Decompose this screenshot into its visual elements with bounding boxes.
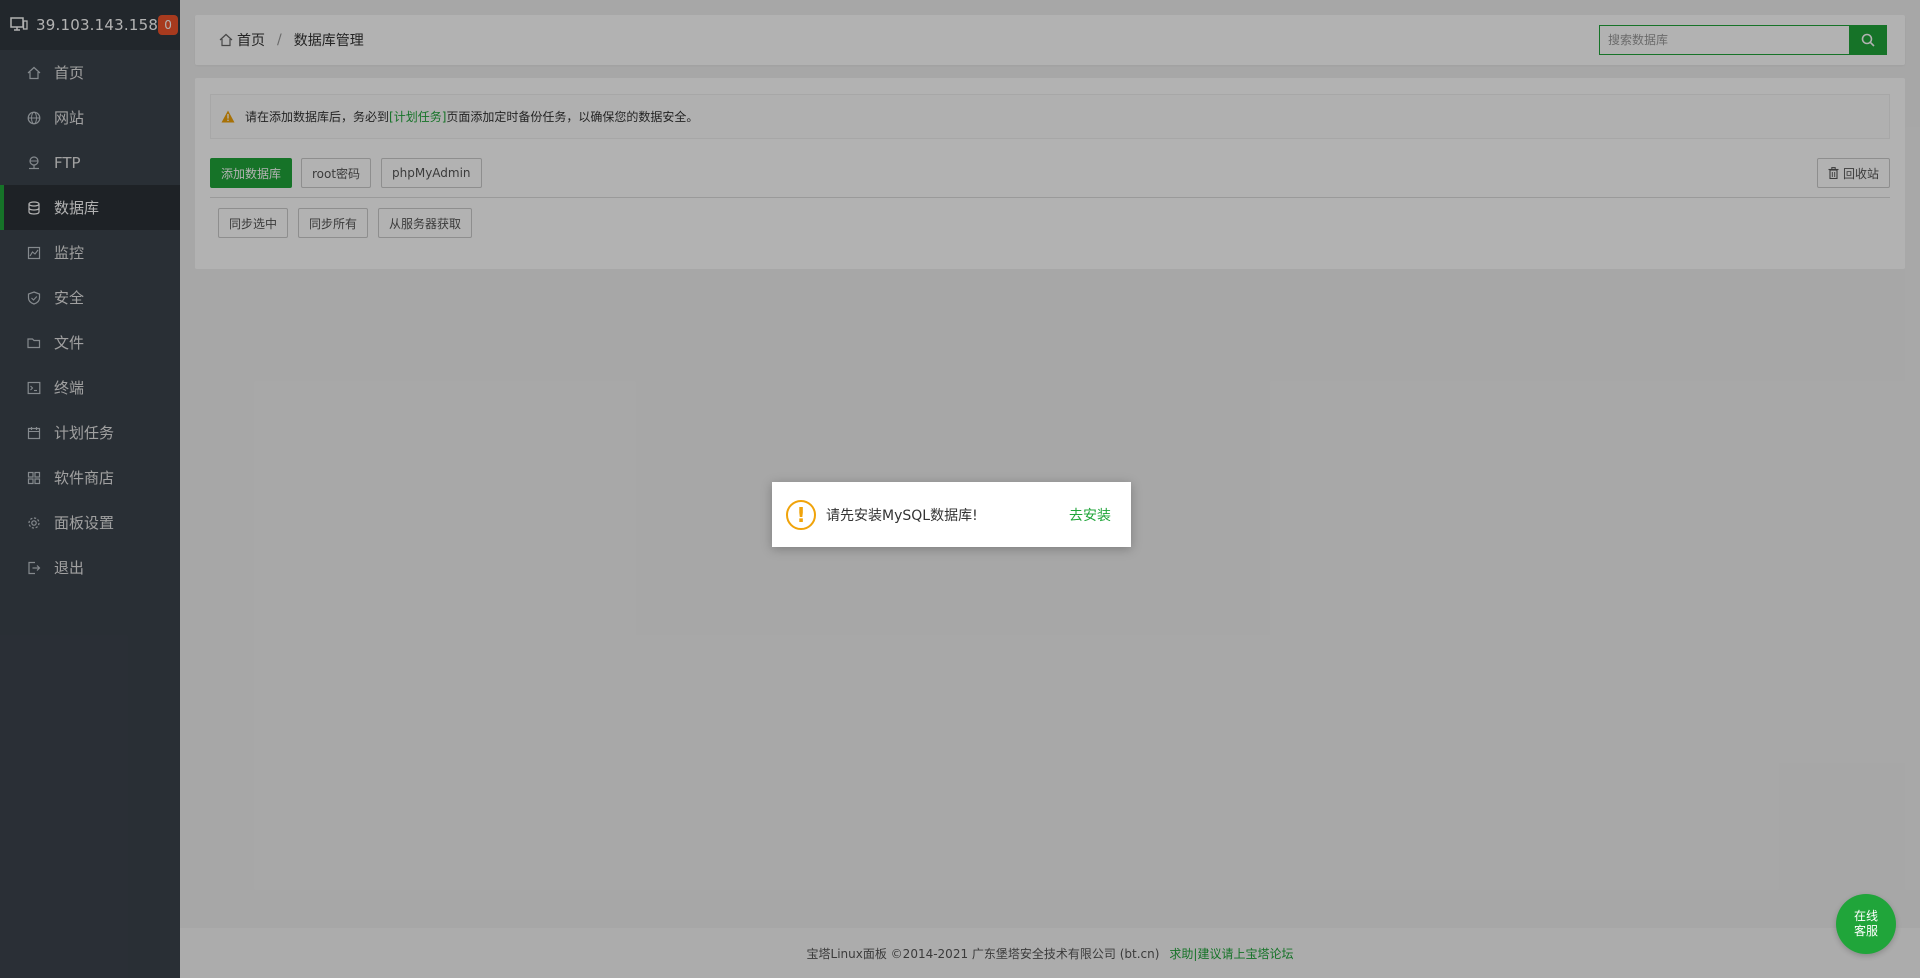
service-line2: 客服 bbox=[1853, 924, 1878, 938]
online-service-button[interactable]: 在线 客服 bbox=[1836, 894, 1896, 954]
exclamation-icon: ! bbox=[786, 499, 816, 530]
go-install-link[interactable]: 去安装 bbox=[1069, 505, 1111, 525]
install-mysql-dialog: ! 请先安装MySQL数据库! 去安装 bbox=[772, 482, 1131, 547]
service-line1: 在线 bbox=[1853, 909, 1878, 923]
dialog-message: 请先安装MySQL数据库! bbox=[826, 507, 978, 524]
